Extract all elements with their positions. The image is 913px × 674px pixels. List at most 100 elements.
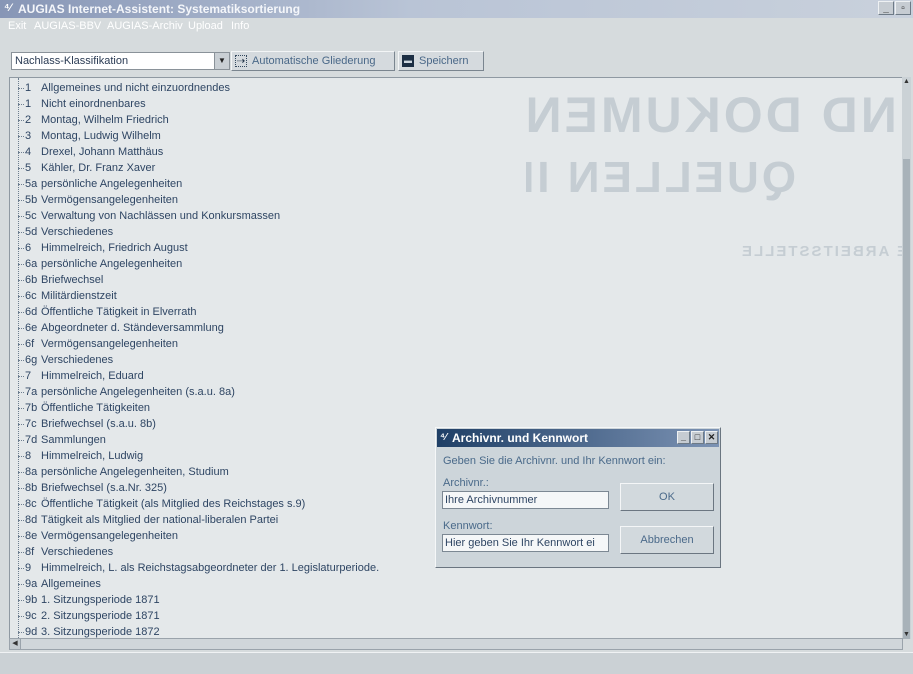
tree-item-code: 2 [25,114,32,126]
dialog-minimize-icon[interactable]: _ [677,431,690,444]
tree-item[interactable]: 8f Verschiedenes [18,544,113,560]
dialog-title-bar[interactable]: ⁴⁄ Archivnr. und Kennwort _ □ ✕ [437,429,719,447]
tree-item[interactable]: 5c Verwaltung von Nachlässen und Konkursm… [18,208,280,224]
menu-exit[interactable]: Exit [8,18,26,34]
tree-item-code: 6d [25,306,38,318]
tree-item-code: 1 [25,82,32,94]
tree-item-code: 7c [25,418,37,430]
vertical-scrollbar[interactable]: ▲ ▼ [902,77,911,639]
restore-icon[interactable]: ▫ [895,1,911,15]
dialog-maximize-icon[interactable]: □ [691,431,704,444]
tree-item[interactable]: 2 Montag, Wilhelm Friedrich [18,112,169,128]
menu-archiv[interactable]: AUGIAS-Archiv [107,18,183,34]
window-controls: _ ▫ [877,1,911,15]
tree-item-label: Vermögensangelegenheiten [41,338,179,350]
tree-item[interactable]: 5b Vermögensangelegenheiten [18,192,178,208]
tree-item[interactable]: 8a persönliche Angelegenheiten, Studium [18,464,229,480]
tree-item-code: 9 [25,562,32,574]
tree-branch-line [18,359,24,361]
tree-branch-line [18,583,24,585]
tree-item[interactable]: 9c 2. Sitzungsperiode 1871 [18,608,160,624]
tree-item[interactable]: 8b Briefwechsel (s.a.Nr. 325) [18,480,167,496]
scrollbar-thumb[interactable] [903,159,910,639]
tree-item[interactable]: 6d Öffentliche Tätigkeit in Elverrath [18,304,197,320]
tree-item[interactable]: 9 Himmelreich, L. als Reichstagsabgeordne… [18,560,379,576]
tree-item-label: Montag, Ludwig Wilhelm [41,130,161,142]
tree-item-label: Himmelreich, L. als Reichstagsabgeordnet… [41,562,380,574]
tree-item[interactable]: 6e Abgeordneter d. Ständeversammlung [18,320,224,336]
menu-upload[interactable]: Upload [188,18,223,34]
tree-item[interactable]: 3 Montag, Ludwig Wilhelm [18,128,161,144]
tree-item[interactable]: 8 Himmelreich, Ludwig [18,448,143,464]
dialog-app-icon: ⁴⁄ [440,432,447,443]
tree-item[interactable]: 5 Kähler, Dr. Franz Xaver [18,160,155,176]
scroll-left-icon[interactable]: ◀ [10,639,21,649]
archive-number-input[interactable]: Ihre Archivnummer [442,491,609,509]
tree-item-label: Militärdienstzeit [41,290,117,302]
tree-item[interactable]: 9a Allgemeines [18,576,101,592]
tree-item-code: 6g [25,354,38,366]
tree-item[interactable]: 7b Öffentliche Tätigkeiten [18,400,150,416]
ok-button[interactable]: OK [620,483,714,511]
tree-item-code: 8 [25,450,32,462]
status-bar [0,652,913,674]
tree-item-label: Öffentliche Tätigkeit in Elverrath [41,306,197,318]
tree-item[interactable]: 4 Drexel, Johann Matthäus [18,144,163,160]
tree-item[interactable]: 8d Tätigkeit als Mitglied der national-li… [18,512,278,528]
tree-branch-line [18,199,24,201]
auto-outline-label: Automatische Gliederung [252,55,376,67]
password-input[interactable]: Hier geben Sie Ihr Kennwort ei [442,534,609,552]
tree-item[interactable]: 5a persönliche Angelegenheiten [18,176,182,192]
tree-branch-line [18,439,24,441]
scroll-down-icon[interactable]: ▼ [902,630,911,639]
tree-item[interactable]: 7d Sammlungen [18,432,106,448]
tree-item[interactable]: 7c Briefwechsel (s.a.u. 8b) [18,416,156,432]
tree-branch-line [18,343,24,345]
tree-item-code: 8e [25,530,38,542]
minimize-icon[interactable]: _ [878,1,894,15]
menu-info[interactable]: Info [231,18,249,34]
horizontal-scrollbar[interactable]: ◀ [9,638,903,650]
auto-outline-button[interactable]: ⇢ Automatische Gliederung [231,51,395,71]
tree-item[interactable]: 6 Himmelreich, Friedrich August [18,240,188,256]
dialog-prompt: Geben Sie die Archivnr. und Ihr Kennwort… [443,455,666,467]
tree-item-label: Allgemeines [41,578,101,590]
save-button[interactable]: ▬ Speichern [398,51,484,71]
tree-item[interactable]: 7 Himmelreich, Eduard [18,368,144,384]
tree-item-label: Briefwechsel (s.a.u. 8b) [41,418,156,430]
tree-item[interactable]: 7a persönliche Angelegenheiten (s.a.u. 8a… [18,384,235,400]
tree-item[interactable]: 8e Vermögensangelegenheiten [18,528,178,544]
cancel-button[interactable]: Abbrechen [620,526,714,554]
floppy-disk-icon: ▬ [402,55,414,67]
tree-item[interactable]: 9b 1. Sitzungsperiode 1871 [18,592,160,608]
tree-item-code: 7d [25,434,38,446]
tree-item[interactable]: 6f Vermögensangelegenheiten [18,336,178,352]
tree-item[interactable]: 1 Nicht einordnenbares [18,96,146,112]
tree-item[interactable]: 9d 3. Sitzungsperiode 1872 [18,624,160,638]
tree-item[interactable]: 6a persönliche Angelegenheiten [18,256,182,272]
tree-item-code: 7b [25,402,38,414]
tree-item[interactable]: 5d Verschiedenes [18,224,113,240]
tree-branch-line [18,327,24,329]
tree-item-label: Sammlungen [41,434,106,446]
title-bar[interactable]: ⁴⁄ AUGIAS Internet-Assistent: Systematik… [0,0,913,18]
classification-select[interactable]: Nachlass-Klassifikation ▼ [11,52,230,70]
tree-branch-line [18,391,24,393]
dialog-close-icon[interactable]: ✕ [705,431,718,444]
tree-item[interactable]: 6g Verschiedenes [18,352,113,368]
tree-item[interactable]: 8c Öffentliche Tätigkeit (als Mitglied de… [18,496,305,512]
scroll-up-icon[interactable]: ▲ [902,77,911,86]
tree-item-label: persönliche Angelegenheiten [41,178,183,190]
tree-item[interactable]: 6b Briefwechsel [18,272,103,288]
tree-item-code: 9a [25,578,38,590]
tree-branch-line [18,231,24,233]
menu-bbv[interactable]: AUGIAS-BBV [34,18,101,34]
tree-item[interactable]: 1 Allgemeines und nicht einzuordnendes [18,80,230,96]
tree-item[interactable]: 6c Militärdienstzeit [18,288,117,304]
tree-item-label: Drexel, Johann Matthäus [41,146,164,158]
tree-item-label: Montag, Wilhelm Friedrich [41,114,169,126]
app-window: ⁴⁄ AUGIAS Internet-Assistent: Systematik… [0,0,913,674]
chevron-down-icon[interactable]: ▼ [214,53,229,69]
classification-select-value: Nachlass-Klassifikation [15,55,129,67]
tree-item-label: Öffentliche Tätigkeit (als Mitglied des … [41,498,306,510]
